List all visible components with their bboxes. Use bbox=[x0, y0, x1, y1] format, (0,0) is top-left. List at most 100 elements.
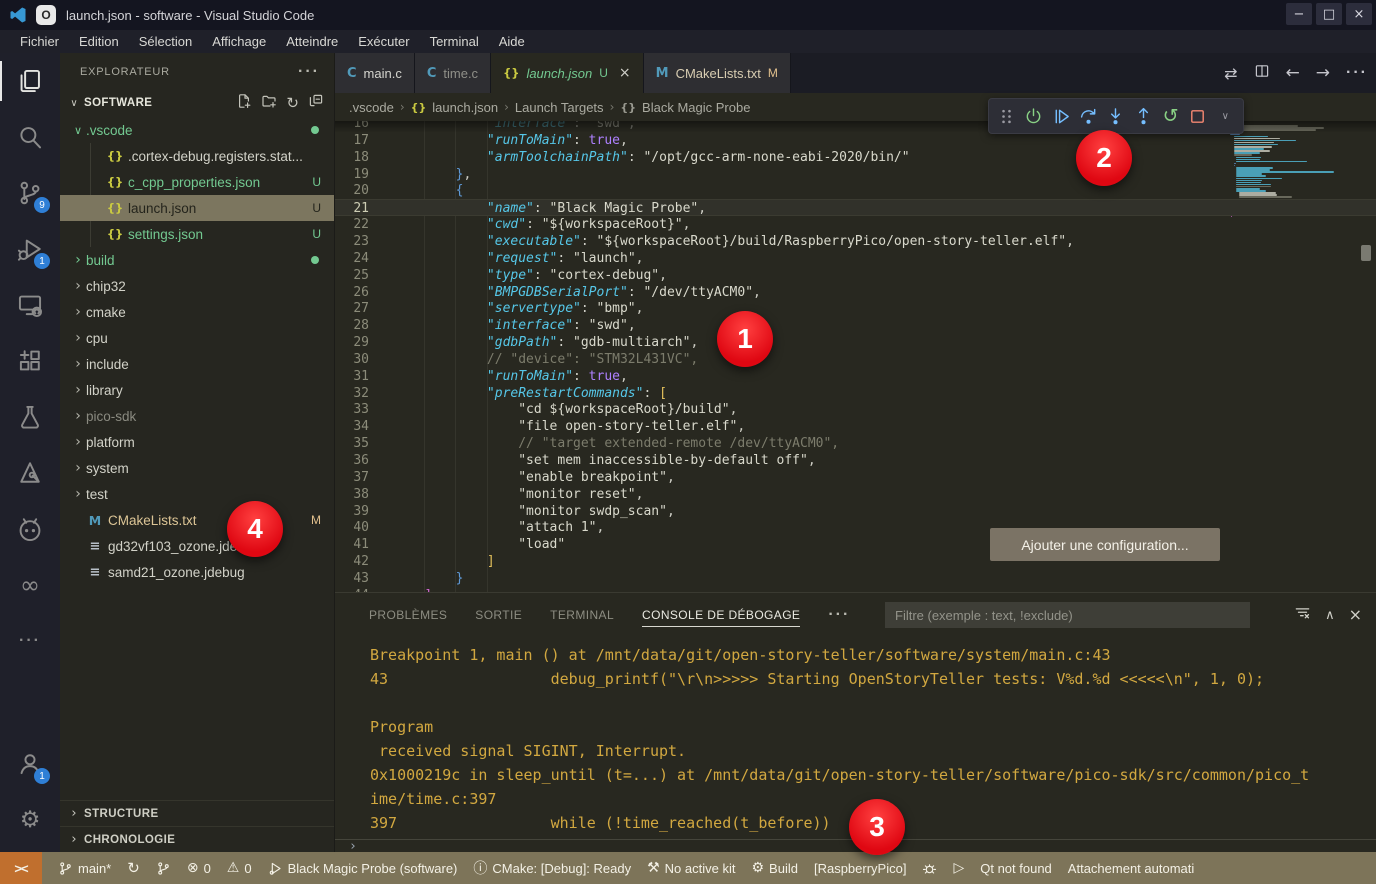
tree-item-cpu[interactable]: ›cpu bbox=[60, 325, 335, 351]
code-line-38[interactable]: 38 "monitor reset", bbox=[335, 486, 1376, 503]
code-line-35[interactable]: 35 // "target extended-remote /dev/ttyAC… bbox=[335, 435, 1376, 452]
tab-time-c[interactable]: Ctime.c bbox=[415, 53, 491, 93]
tree-item--cortex-debug-registers-stat-[interactable]: {}.cortex-debug.registers.stat... bbox=[60, 143, 335, 169]
account-icon[interactable]: 1 bbox=[0, 736, 60, 792]
panel-tab-terminal[interactable]: TERMINAL bbox=[550, 604, 614, 626]
code-line-17[interactable]: 17 "runToMain": true, bbox=[335, 132, 1376, 149]
open-changes-icon[interactable]: ⇄ bbox=[1224, 64, 1237, 83]
status-branch-icon[interactable] bbox=[156, 861, 171, 876]
menu-sélection[interactable]: Sélection bbox=[129, 30, 202, 53]
tab-launch-json[interactable]: {}launch.jsonU× bbox=[491, 53, 644, 93]
extensions-icon[interactable] bbox=[0, 333, 60, 389]
breadcrumb-item[interactable]: .vscode bbox=[349, 100, 394, 115]
new-folder-icon[interactable] bbox=[261, 93, 277, 114]
continue-icon[interactable] bbox=[1050, 102, 1073, 130]
explorer-icon[interactable] bbox=[0, 53, 60, 109]
testing-icon[interactable] bbox=[0, 389, 60, 445]
code-line-18[interactable]: 18 "armToolchainPath": "/opt/gcc-arm-non… bbox=[335, 149, 1376, 166]
back-icon[interactable]: ← bbox=[1286, 63, 1300, 83]
stop-icon[interactable] bbox=[1186, 102, 1209, 130]
platformio-icon[interactable] bbox=[0, 501, 60, 557]
menu-terminal[interactable]: Terminal bbox=[420, 30, 489, 53]
power-icon[interactable] bbox=[1022, 102, 1045, 130]
remote-explorer-icon[interactable] bbox=[0, 277, 60, 333]
cmake-icon[interactable] bbox=[0, 445, 60, 501]
split-editor-icon[interactable] bbox=[1254, 63, 1270, 83]
step-out-icon[interactable] bbox=[1132, 102, 1155, 130]
code-line-36[interactable]: 36 "set mem inaccessible-by-default off"… bbox=[335, 452, 1376, 469]
code-line-28[interactable]: 28 "interface": "swd", bbox=[335, 317, 1376, 334]
panel-tab-sortie[interactable]: SORTIE bbox=[475, 604, 522, 626]
maximize-button[interactable]: □ bbox=[1316, 3, 1342, 25]
workspace-section-header[interactable]: ∨ SOFTWARE ↻ bbox=[60, 91, 334, 115]
tree-item--vscode[interactable]: ∨.vscode bbox=[60, 117, 335, 143]
tree-item-cmake[interactable]: ›cmake bbox=[60, 299, 335, 325]
status-qt-not-found[interactable]: Qt not found bbox=[980, 861, 1052, 876]
code-line-37[interactable]: 37 "enable breakpoint", bbox=[335, 469, 1376, 486]
tree-item-settings-json[interactable]: {}settings.jsonU bbox=[60, 221, 335, 247]
tree-item-gd32vf103-ozone-jdebug[interactable]: ≡gd32vf103_ozone.jdebug bbox=[60, 533, 335, 559]
tree-item-system[interactable]: ›system bbox=[60, 455, 335, 481]
refresh-icon[interactable]: ↻ bbox=[286, 94, 299, 113]
tree-item-chip32[interactable]: ›chip32 bbox=[60, 273, 335, 299]
code-line-31[interactable]: 31 "runToMain": true, bbox=[335, 368, 1376, 385]
step-over-icon[interactable] bbox=[1077, 102, 1100, 130]
chevron-up-icon[interactable]: ∧ bbox=[1325, 606, 1335, 624]
menu-exécuter[interactable]: Exécuter bbox=[348, 30, 419, 53]
menu-affichage[interactable]: Affichage bbox=[202, 30, 276, 53]
menu-aide[interactable]: Aide bbox=[489, 30, 535, 53]
code-line-27[interactable]: 27 "servertype": "bmp", bbox=[335, 300, 1376, 317]
code-line-33[interactable]: 33 "cd ${workspaceRoot}/build", bbox=[335, 401, 1376, 418]
status-play-icon[interactable]: ▷ bbox=[953, 860, 964, 876]
code-line-21[interactable]: 21 "name": "Black Magic Probe", bbox=[335, 199, 1376, 216]
breadcrumb-item[interactable]: Launch Targets bbox=[515, 100, 604, 115]
section-chronologie[interactable]: ›CHRONOLOGIE bbox=[60, 826, 335, 852]
breadcrumb-item[interactable]: Black Magic Probe bbox=[642, 100, 750, 115]
panel-tab-probl-mes[interactable]: PROBLÈMES bbox=[369, 604, 447, 626]
code-line-39[interactable]: 39 "monitor swdp_scan", bbox=[335, 503, 1376, 520]
code-line-24[interactable]: 24 "request": "launch", bbox=[335, 250, 1376, 267]
tree-item-pico-sdk[interactable]: ›pico-sdk bbox=[60, 403, 335, 429]
breadcrumb-item[interactable]: launch.json bbox=[432, 100, 498, 115]
remote-indicator[interactable]: >< bbox=[0, 852, 42, 884]
status-build[interactable]: ⚙Build bbox=[751, 860, 797, 876]
status-black-magic-probe-software-[interactable]: Black Magic Probe (software) bbox=[268, 861, 458, 876]
status-main-[interactable]: main* bbox=[58, 861, 111, 876]
tree-item-c-cpp-properties-json[interactable]: {}c_cpp_properties.jsonU bbox=[60, 169, 335, 195]
add-configuration-button[interactable]: Ajouter une configuration... bbox=[990, 528, 1220, 561]
code-editor[interactable]: 16 "interface": "swd",17 "runToMain": tr… bbox=[335, 121, 1376, 592]
close-icon[interactable]: × bbox=[619, 65, 631, 81]
code-line-25[interactable]: 25 "type": "cortex-debug", bbox=[335, 267, 1376, 284]
status-sync-icon[interactable]: ↻ bbox=[127, 859, 140, 877]
tree-item-samd21-ozone-jdebug[interactable]: ≡samd21_ozone.jdebug bbox=[60, 559, 335, 585]
drag-handle-icon[interactable] bbox=[995, 102, 1018, 130]
settings-icon[interactable]: ⚙ bbox=[0, 792, 60, 848]
status-0[interactable]: ⊗0 bbox=[187, 860, 211, 876]
tab-cmakelists-txt[interactable]: MCMakeLists.txtM bbox=[644, 53, 791, 93]
code-line-34[interactable]: 34 "file open-story-teller.elf", bbox=[335, 418, 1376, 435]
code-line-19[interactable]: 19 }, bbox=[335, 166, 1376, 183]
menu-edition[interactable]: Edition bbox=[69, 30, 129, 53]
tree-item-include[interactable]: ›include bbox=[60, 351, 335, 377]
close-icon[interactable]: × bbox=[1349, 605, 1362, 625]
status-attachement-automati[interactable]: Attachement automati bbox=[1068, 861, 1194, 876]
step-into-icon[interactable] bbox=[1104, 102, 1127, 130]
close-button[interactable]: × bbox=[1346, 3, 1372, 25]
status-0[interactable]: ⚠0 bbox=[227, 860, 252, 876]
section-structure[interactable]: ›STRUCTURE bbox=[60, 800, 335, 826]
search-icon[interactable] bbox=[0, 109, 60, 165]
status-no-active-kit[interactable]: ⚒No active kit bbox=[647, 860, 735, 876]
run-debug-icon[interactable]: 1 bbox=[0, 221, 60, 277]
status-bug-icon[interactable] bbox=[922, 861, 937, 876]
tree-item-build[interactable]: ›build bbox=[60, 247, 335, 273]
code-line-23[interactable]: 23 "executable": "${workspaceRoot}/build… bbox=[335, 233, 1376, 250]
dropdown-icon[interactable]: ∨ bbox=[1214, 102, 1237, 130]
tree-item-test[interactable]: ›test bbox=[60, 481, 335, 507]
tree-item-launch-json[interactable]: {}launch.jsonU bbox=[60, 195, 335, 221]
code-line-26[interactable]: 26 "BMPGDBSerialPort": "/dev/ttyACM0", bbox=[335, 284, 1376, 301]
more-icon[interactable]: ··· bbox=[1346, 64, 1368, 82]
status--raspberrypico-[interactable]: [RaspberryPico] bbox=[814, 861, 906, 876]
code-line-29[interactable]: 29 "gdbPath": "gdb-multiarch", bbox=[335, 334, 1376, 351]
minimize-button[interactable]: − bbox=[1286, 3, 1312, 25]
code-line-43[interactable]: 43 } bbox=[335, 570, 1376, 587]
